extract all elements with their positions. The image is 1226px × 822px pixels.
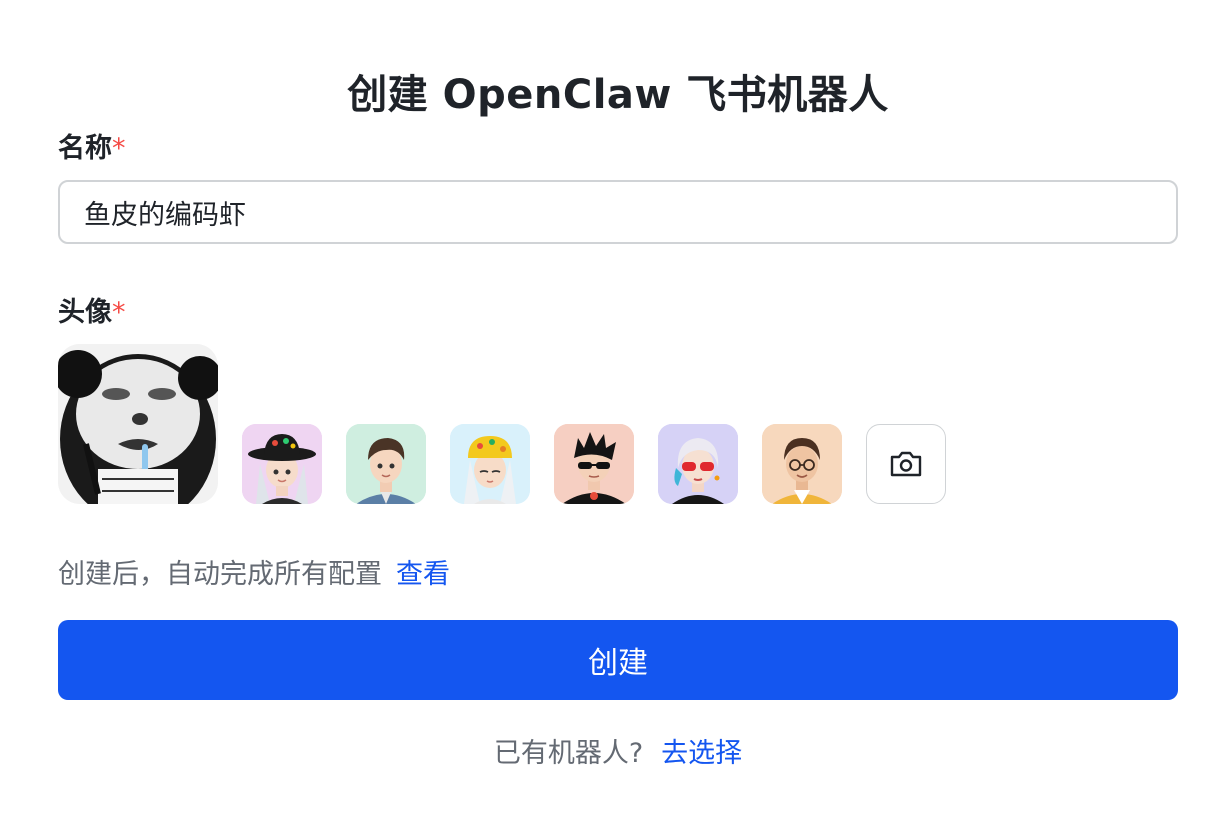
select-existing-link[interactable]: 去选择 [661,738,742,769]
camera-icon [890,451,922,477]
panda-meme-avatar [58,344,218,504]
avatar-option-1[interactable] [242,424,322,504]
avatar-label-text: 头像 [58,297,112,328]
name-input[interactable] [58,180,1178,244]
girl-red-glasses-avatar [658,424,738,504]
boy-glasses-avatar [762,424,842,504]
girl-yellow-hat-avatar [450,424,530,504]
selected-avatar[interactable] [58,344,218,504]
avatar-option-3[interactable] [450,424,530,504]
config-hint-text: 创建后，自动完成所有配置 [58,559,382,590]
required-mark: * [112,297,126,328]
avatar-label: 头像* [58,290,126,329]
required-mark: * [112,133,126,164]
boy-denim-avatar [346,424,426,504]
name-label-text: 名称 [58,133,112,164]
avatar-option-2[interactable] [346,424,426,504]
name-label: 名称* [58,126,126,165]
girl-black-hat-avatar [242,424,322,504]
create-button[interactable]: 创建 [58,620,1178,700]
existing-bot-prompt: 已有机器人? 去选择 [0,731,1226,770]
view-link[interactable]: 查看 [396,559,450,590]
existing-bot-text: 已有机器人? [493,738,644,769]
avatar-option-5[interactable] [658,424,738,504]
avatar-option-4[interactable] [554,424,634,504]
avatar-option-6[interactable] [762,424,842,504]
boy-sunglasses-avatar [554,424,634,504]
config-hint: 创建后，自动完成所有配置 查看 [58,552,450,591]
upload-avatar-button[interactable] [866,424,946,504]
page-title: 创建 OpenClaw 飞书机器人 [347,72,889,118]
